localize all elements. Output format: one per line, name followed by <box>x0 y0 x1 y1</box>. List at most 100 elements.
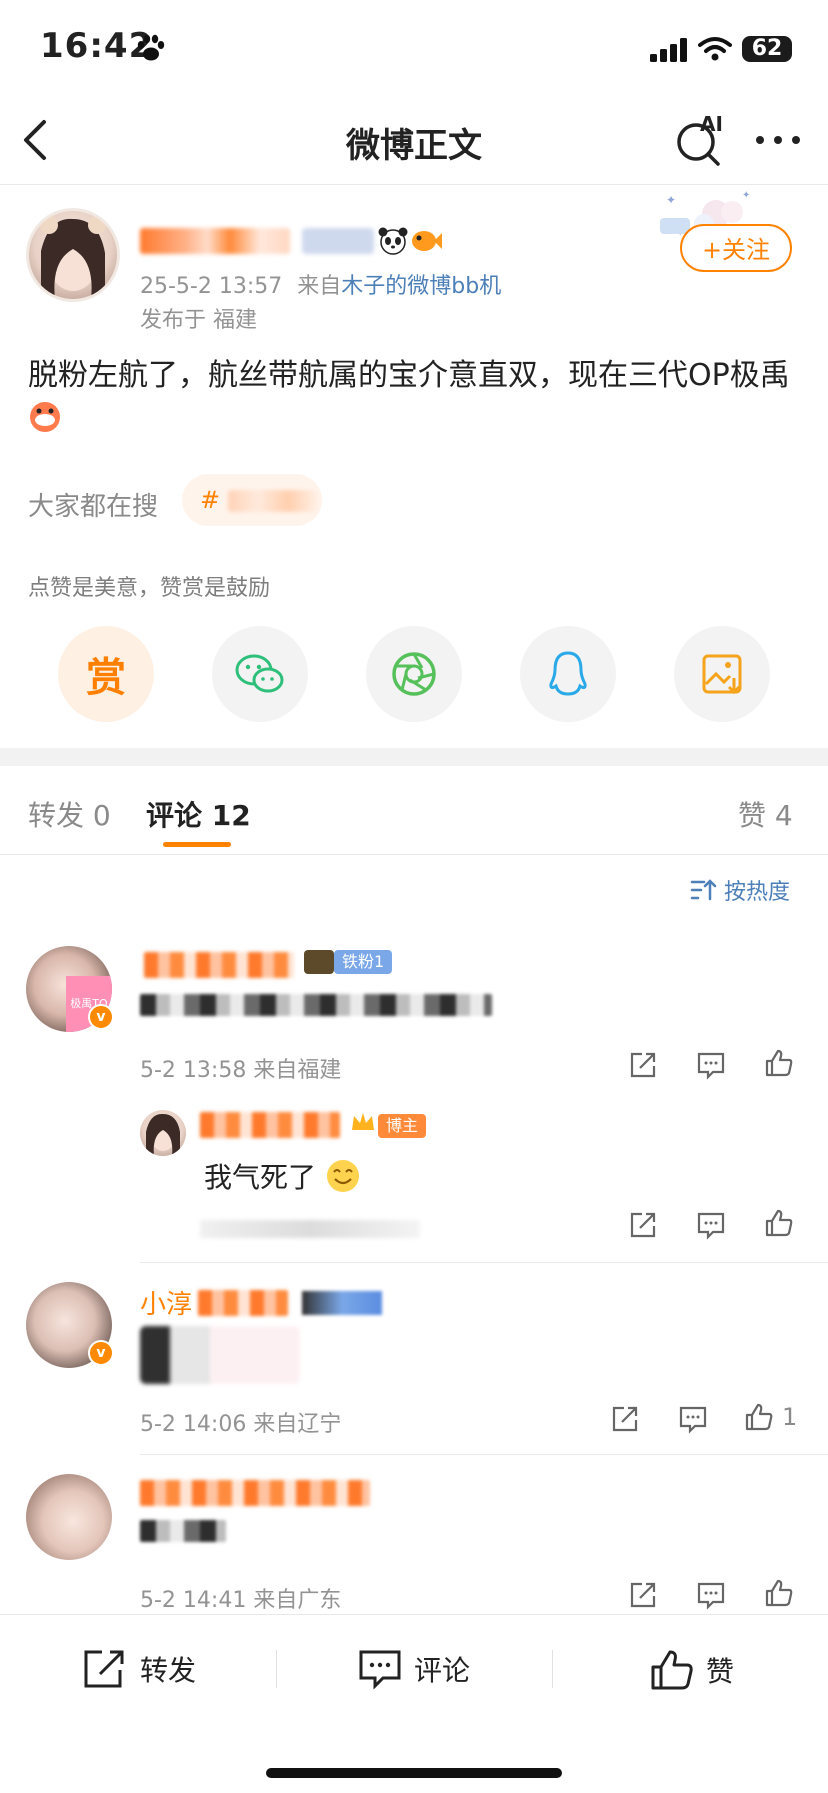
share-out-icon <box>612 1406 638 1432</box>
like-count: 1 <box>782 1403 798 1431</box>
comment-image-blurred[interactable] <box>140 1326 300 1384</box>
wifi-icon <box>698 36 732 66</box>
signal-icon <box>650 38 690 66</box>
reply-reply-button[interactable] <box>696 1210 726 1244</box>
verified-badge: v <box>88 1004 114 1030</box>
share-out-icon <box>630 1052 656 1078</box>
tab-likes[interactable]: 赞 4 <box>738 794 793 834</box>
comment-divider <box>140 1262 828 1263</box>
grin-emoji-icon <box>28 400 62 449</box>
post-location: 发布于 福建 <box>140 308 257 333</box>
reward-hint: 点赞是美意，赞赏是鼓励 <box>28 576 271 601</box>
commenter-name[interactable] <box>140 1480 370 1506</box>
comment-divider <box>140 1454 828 1455</box>
ai-label: AI <box>700 112 723 136</box>
sort-icon <box>690 879 717 901</box>
reply-author-name[interactable] <box>200 1112 340 1138</box>
post-date: 25-5-2 13:57 <box>140 274 283 299</box>
hot-search-tag[interactable]: # <box>182 474 322 526</box>
smile-emoji-icon <box>325 1158 361 1201</box>
bottom-like-label: 赞 <box>706 1655 735 1688</box>
bottom-comment-button[interactable]: 评论 <box>358 1648 470 1690</box>
comment-meta: 5-2 14:41 来自广东 <box>140 1588 342 1613</box>
search-label: 大家都在搜 <box>28 492 159 522</box>
comment-like-button[interactable] <box>764 1578 794 1612</box>
sort-label: 按热度 <box>724 880 791 905</box>
bottom-repost-button[interactable]: 转发 <box>82 1648 196 1690</box>
share-wechat-button[interactable] <box>212 626 308 722</box>
hot-search-tag-hash: # <box>200 486 221 514</box>
thumbs-up-icon <box>765 1209 793 1237</box>
tab-active-underline <box>163 842 231 847</box>
source-app-link[interactable]: 木子的微博bb机 <box>341 274 501 299</box>
reward-label: 赏 <box>86 655 126 701</box>
bottom-action-bar <box>0 1614 828 1793</box>
crown-icon <box>350 1110 376 1138</box>
comment-reply-button[interactable] <box>678 1404 708 1438</box>
reply-share-button[interactable] <box>628 1210 658 1244</box>
bottom-like-button[interactable]: 赞 <box>650 1648 734 1692</box>
comment-text-blurred <box>140 994 492 1016</box>
comment-bubble-icon <box>697 1212 725 1240</box>
comment-like-button[interactable] <box>764 1048 794 1082</box>
panda-emoji-icon <box>378 226 408 260</box>
user-badge-blurred <box>302 1290 383 1315</box>
fish-emoji-icon <box>410 226 442 260</box>
commenter-name[interactable]: 小淳 <box>140 1284 383 1321</box>
reply-text: 我气死了 <box>204 1156 361 1201</box>
comment-bubble-icon <box>359 1650 401 1690</box>
share-qq-button[interactable] <box>520 626 616 722</box>
bottom-separator <box>552 1650 553 1688</box>
repost-icon <box>84 1650 124 1688</box>
reply-avatar[interactable] <box>140 1110 186 1156</box>
share-out-icon <box>630 1212 656 1238</box>
ai-search-button[interactable]: AI <box>674 112 726 168</box>
reward-button[interactable]: 赏 <box>58 626 154 722</box>
moments-aperture-icon <box>392 652 436 696</box>
comment-reply-button[interactable] <box>696 1580 726 1614</box>
follow-button[interactable]: +关注 <box>680 224 792 272</box>
tab-repost[interactable]: 转发 0 <box>28 794 111 834</box>
post-author-avatar[interactable] <box>26 208 120 302</box>
thumbs-up-icon <box>745 1403 773 1431</box>
comment-avatar[interactable] <box>26 1474 112 1560</box>
reply-like-button[interactable] <box>764 1208 794 1242</box>
post-author-name[interactable] <box>140 228 290 254</box>
svg-text:✦: ✦ <box>666 193 676 207</box>
post-body-text: 脱粉左航了，航丝带航属的宝介意直双，现在三代OP极禹 <box>28 358 790 393</box>
save-image-button[interactable] <box>674 626 770 722</box>
more-button[interactable] <box>754 132 802 148</box>
post-meta: 25-5-2 13:57 来自木子的微博bb机 <box>140 268 501 300</box>
reply-meta-blurred <box>200 1220 420 1238</box>
comment-reply-button[interactable] <box>696 1050 726 1084</box>
share-moments-button[interactable] <box>366 626 462 722</box>
thumbs-up-icon <box>765 1049 793 1077</box>
paw-icon <box>136 34 166 66</box>
comment-share-button[interactable] <box>610 1404 640 1438</box>
commenter-name-start: 小淳 <box>140 1290 193 1320</box>
comment-like-button[interactable]: 1 <box>744 1402 797 1432</box>
thumbs-up-icon <box>651 1650 693 1690</box>
share-out-icon <box>630 1582 656 1608</box>
comment-meta: 5-2 14:06 来自辽宁 <box>140 1412 342 1437</box>
verified-badge: v <box>88 1340 114 1366</box>
comment-text-blurred <box>140 1520 226 1542</box>
comment-share-button[interactable] <box>628 1050 658 1084</box>
bottom-separator <box>276 1650 277 1688</box>
comment-share-button[interactable] <box>628 1580 658 1614</box>
bottom-repost-label: 转发 <box>140 1654 197 1687</box>
commenter-name[interactable] <box>144 952 294 978</box>
avatar-portrait-icon <box>146 1113 180 1156</box>
svg-text:✦: ✦ <box>742 190 750 201</box>
tabs-divider <box>0 854 828 855</box>
comment-bubble-icon <box>697 1582 725 1610</box>
thumbs-up-icon <box>765 1579 793 1607</box>
wechat-icon <box>235 654 284 693</box>
tab-comments[interactable]: 评论 12 <box>146 794 251 834</box>
avatar-portrait-icon <box>40 216 106 299</box>
comment-bubble-icon <box>679 1406 707 1434</box>
host-badge: 博主 <box>378 1114 427 1138</box>
save-image-icon <box>702 654 742 695</box>
fan-badge-icon <box>304 950 334 974</box>
sort-button[interactable]: 按热度 <box>690 874 790 906</box>
